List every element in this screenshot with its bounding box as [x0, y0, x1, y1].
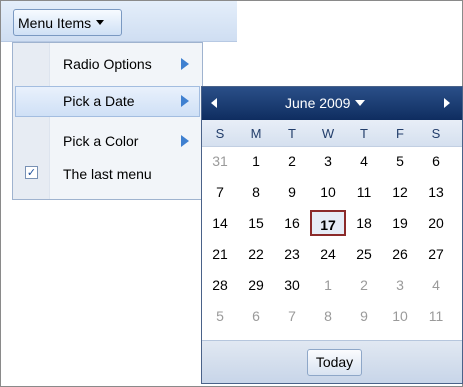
menu-item-the-last-menu[interactable]: ✓ The last menu	[15, 159, 200, 190]
previous-month-icon[interactable]	[211, 98, 217, 108]
calendar-day[interactable]: 7	[274, 303, 310, 329]
toolbar: Menu Items	[1, 1, 237, 42]
submenu-arrow-icon	[181, 135, 189, 147]
calendar-day[interactable]: 31	[202, 148, 238, 174]
calendar-day[interactable]: 8	[310, 303, 346, 329]
calendar-day[interactable]: 27	[418, 241, 454, 267]
weekday-label: T	[360, 126, 368, 141]
today-button[interactable]: Today	[307, 349, 362, 376]
date-picker: June 2009 S M T W T F S 31 1 2 3 4 5 6 7…	[201, 86, 463, 384]
calendar-day[interactable]: 2	[346, 272, 382, 298]
menu-items-button[interactable]: Menu Items	[13, 9, 122, 36]
calendar-day[interactable]: 11	[418, 303, 454, 329]
month-year-selector[interactable]: June 2009	[285, 95, 366, 111]
submenu-arrow-icon	[181, 58, 189, 70]
calendar-day[interactable]: 19	[382, 210, 418, 236]
calendar-day[interactable]: 16	[274, 210, 310, 236]
calendar-day[interactable]: 8	[238, 179, 274, 205]
calendar-day[interactable]: 25	[346, 241, 382, 267]
calendar-day[interactable]: 4	[346, 148, 382, 174]
next-month-icon[interactable]	[444, 98, 450, 108]
calendar-day[interactable]: 10	[310, 179, 346, 205]
calendar-day[interactable]: 28	[202, 272, 238, 298]
weekday-header-row: S M T W T F S	[202, 120, 462, 147]
checkbox-checked-icon[interactable]: ✓	[25, 166, 38, 179]
calendar-day[interactable]: 2	[274, 148, 310, 174]
weekday-label: W	[321, 126, 335, 141]
menu-item-radio-options[interactable]: Radio Options	[15, 49, 200, 80]
calendar-day[interactable]: 29	[238, 272, 274, 298]
calendar-day[interactable]: 5	[382, 148, 418, 174]
weekday-label: S	[215, 126, 225, 141]
calendar-day[interactable]: 7	[202, 179, 238, 205]
calendar-day[interactable]: 3	[382, 272, 418, 298]
submenu-arrow-icon	[181, 95, 189, 107]
dropdown-menu: Radio Options Pick a Date Pick a Color ✓…	[12, 42, 203, 200]
menu-item-label: The last menu	[63, 166, 152, 182]
calendar-day[interactable]: 5	[202, 303, 238, 329]
month-year-label: June 2009	[285, 95, 351, 111]
calendar-day[interactable]: 15	[238, 210, 274, 236]
weekday-label: M	[250, 126, 262, 141]
calendar-day[interactable]: 13	[418, 179, 454, 205]
calendar-day[interactable]: 14	[202, 210, 238, 236]
calendar-day[interactable]: 4	[418, 272, 454, 298]
calendar-day[interactable]: 26	[382, 241, 418, 267]
menu-items-button-label: Menu Items	[18, 14, 92, 31]
calendar-day[interactable]: 3	[310, 148, 346, 174]
calendar-day[interactable]: 9	[346, 303, 382, 329]
calendar-day[interactable]: 24	[310, 241, 346, 267]
calendar-day[interactable]: 12	[382, 179, 418, 205]
calendar-day[interactable]: 9	[274, 179, 310, 205]
calendar-day[interactable]: 11	[346, 179, 382, 205]
menu-item-label: Radio Options	[63, 56, 152, 72]
menu-item-pick-a-color[interactable]: Pick a Color	[15, 126, 200, 157]
calendar-day[interactable]: 1	[238, 148, 274, 174]
weekday-label: F	[396, 126, 404, 141]
calendar-footer: Today	[202, 340, 462, 383]
chevron-down-icon	[96, 20, 105, 25]
calendar-day[interactable]: 18	[346, 210, 382, 236]
calendar-header: June 2009	[202, 87, 462, 120]
menu-item-pick-a-date[interactable]: Pick a Date	[15, 86, 200, 117]
calendar-day[interactable]: 1	[310, 272, 346, 298]
calendar-day[interactable]: 6	[418, 148, 454, 174]
calendar-day[interactable]: 21	[202, 241, 238, 267]
weekday-label: T	[288, 126, 296, 141]
weekday-label: S	[431, 126, 441, 141]
calendar-day[interactable]: 23	[274, 241, 310, 267]
calendar-day[interactable]: 6	[238, 303, 274, 329]
calendar-day[interactable]: 30	[274, 272, 310, 298]
calendar-day[interactable]: 10	[382, 303, 418, 329]
chevron-down-icon	[355, 100, 366, 106]
calendar-day[interactable]: 22	[238, 241, 274, 267]
menu-item-label: Pick a Date	[63, 93, 135, 109]
calendar-day[interactable]: 20	[418, 210, 454, 236]
calendar-day-selected[interactable]: 17	[310, 210, 346, 236]
menu-item-label: Pick a Color	[63, 133, 139, 149]
